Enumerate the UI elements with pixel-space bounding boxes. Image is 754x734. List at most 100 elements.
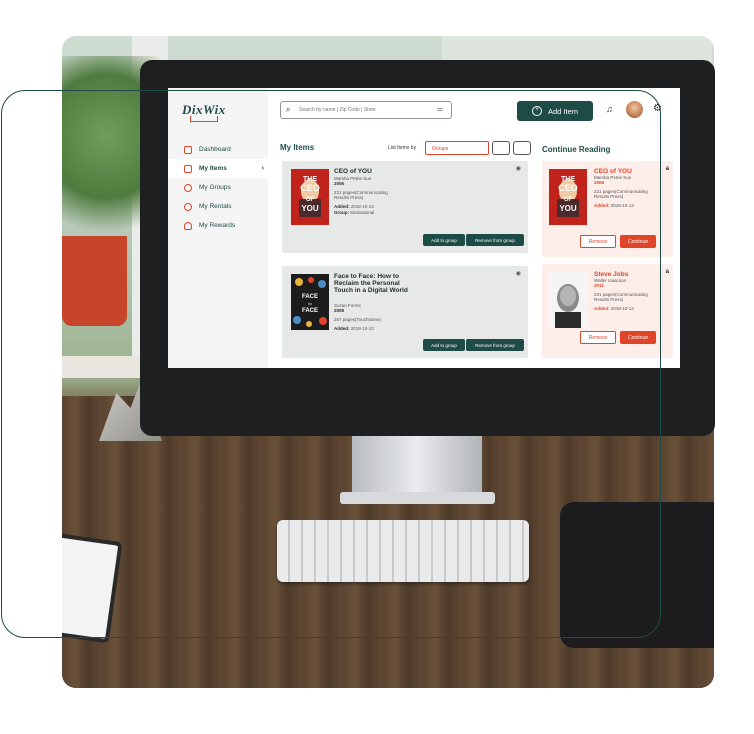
monitor-stand-base: [340, 492, 495, 504]
topbar: ⌕ ⚌ + Add Item ♫ ⚙: [268, 88, 680, 128]
book-cover-ceo-of-you: THE CEO OF YOU: [291, 169, 329, 225]
item-card: THE CEO OF YOU ◉ CEO of YOU Marsha Petri…: [282, 161, 528, 253]
rewards-icon: [184, 221, 192, 230]
cover-text: THE: [561, 176, 575, 183]
add-item-button[interactable]: + Add Item: [517, 101, 593, 121]
rentals-icon: [184, 202, 192, 211]
view-toggle-button[interactable]: [513, 141, 531, 155]
sidebar-item-dashboard[interactable]: Dashboard: [168, 140, 268, 159]
item-added: Added: 2018-10-13: [594, 203, 664, 208]
continue-label: Continue: [627, 334, 648, 341]
book-cover-ceo-of-you: THE CEO OF YOU: [549, 169, 587, 225]
added-label: Added:: [334, 326, 350, 331]
item-title: Face to Face: How to Reclaim the Persona…: [334, 273, 408, 294]
groups-select[interactable]: Groups: [425, 141, 489, 155]
cover-text: OF: [564, 197, 573, 203]
sidebar-item-label: My Rentals: [199, 203, 232, 210]
continue-button[interactable]: Continue: [620, 235, 656, 248]
remove-label: Remove: [588, 334, 608, 341]
item-added: Added: 2018-10-13: [334, 326, 406, 331]
gear-icon[interactable]: ⚙: [653, 103, 662, 114]
my-items-title: My Items: [280, 143, 315, 152]
remove-from-group-label: Remove from group: [475, 342, 515, 348]
group-label: Group:: [334, 210, 349, 215]
sidebar-item-label: Dashboard: [199, 146, 231, 153]
dashboard-icon: [184, 145, 192, 154]
view-toggle-button[interactable]: [492, 141, 510, 155]
cover-text: YOU: [301, 204, 319, 213]
continue-reading-card: THE CEO OF YOU a CEO of YOU Marsha Petri…: [542, 161, 673, 257]
add-to-group-button[interactable]: Add to group: [423, 234, 465, 246]
books-icon: [184, 164, 192, 173]
cover-text: OF: [306, 197, 315, 203]
added-label: Added:: [594, 306, 610, 311]
remove-from-group-label: Remove from group: [475, 237, 515, 243]
item-title: CEO of YOU: [334, 168, 372, 175]
mousepad: [560, 502, 714, 648]
remove-from-group-button[interactable]: Remove from group: [466, 339, 524, 351]
continue-label: Continue: [627, 238, 648, 245]
sidebar-item-my-groups[interactable]: My Groups: [168, 178, 268, 197]
cover-text: FACE: [302, 294, 318, 300]
book-cover-steve-jobs: [549, 272, 587, 328]
cover-text: THE: [303, 176, 317, 183]
remove-from-group-button[interactable]: Remove from group: [466, 234, 524, 246]
dixwix-app: DixWix Dashboard My Items › My Groups My…: [168, 88, 680, 368]
sidebar: DixWix Dashboard My Items › My Groups My…: [168, 88, 268, 368]
filter-icon[interactable]: ⚌: [437, 105, 443, 113]
eye-icon[interactable]: ◉: [516, 270, 521, 277]
group-value: Motivational: [350, 210, 375, 215]
logo-underline: [190, 116, 218, 122]
item-pages: 267 pages(Touchstone): [334, 317, 382, 322]
item-year: 2011: [594, 283, 604, 288]
monitor-screen: DixWix Dashboard My Items › My Groups My…: [168, 88, 680, 368]
cover-text: FACE: [302, 308, 318, 314]
remove-button[interactable]: Remove: [580, 235, 616, 248]
amazon-icon: a: [665, 166, 669, 172]
added-date: 2018-10-13: [610, 306, 634, 311]
added-date: 2018-10-13: [610, 203, 634, 208]
item-year: 2006: [334, 181, 345, 186]
avatar[interactable]: [626, 101, 643, 118]
eye-icon[interactable]: ◉: [516, 165, 521, 172]
sidebar-item-my-rentals[interactable]: My Rentals: [168, 197, 268, 216]
plus-circle-icon: +: [531, 106, 542, 116]
cover-text: CEO: [300, 183, 320, 193]
sidebar-item-label: My Items: [199, 165, 227, 172]
search-box[interactable]: ⌕ ⚌: [280, 101, 452, 119]
remove-button[interactable]: Remove: [580, 331, 616, 344]
add-item-label: Add Item: [547, 106, 578, 116]
add-to-group-button[interactable]: Add to group: [423, 339, 465, 351]
item-group: Group: Motivational: [334, 210, 406, 215]
item-title: Steve Jobs: [594, 271, 629, 278]
keyboard: [277, 520, 529, 582]
continue-reading-title: Continue Reading: [542, 145, 611, 154]
book-cover-face-to-face: FACE to FACE: [291, 274, 329, 330]
sidebar-item-my-items[interactable]: My Items ›: [168, 159, 268, 178]
sidebar-nav: Dashboard My Items › My Groups My Rental…: [168, 140, 268, 235]
add-to-group-label: Add to group: [431, 237, 457, 243]
plant-pot: [62, 236, 127, 326]
sidebar-item-my-rewards[interactable]: My Rewards: [168, 216, 268, 235]
list-by-label: List Items by: [388, 145, 417, 151]
item-pages: 231 pages(Communicating Results Press): [594, 189, 648, 200]
item-added: Added: 2018-10-13: [594, 306, 664, 311]
remove-label: Remove: [588, 238, 608, 245]
bell-icon[interactable]: ♫: [606, 104, 613, 114]
added-date: 2018-10-13: [350, 326, 374, 331]
monitor-stand: [352, 431, 482, 501]
cover-text: YOU: [559, 204, 577, 213]
item-pages: 231 pages(Communicating Results Press): [594, 292, 648, 303]
continue-reading-card: a Steve Jobs Walter Isaacson 2011 231 pa…: [542, 264, 673, 358]
sidebar-item-label: My Groups: [199, 184, 231, 191]
item-year: 2006: [594, 180, 605, 185]
sidebar-item-label: My Rewards: [199, 222, 236, 229]
continue-button[interactable]: Continue: [620, 331, 656, 344]
item-pages: 231 pages(Communicating Results Press): [334, 190, 388, 201]
item-added: Added: 2018-10-13: [334, 204, 406, 209]
item-card: FACE to FACE ◉ Face to Face: How to Recl…: [282, 266, 528, 358]
chevron-right-icon: ›: [261, 165, 264, 172]
added-label: Added:: [334, 204, 350, 209]
search-input[interactable]: [299, 104, 429, 116]
groups-icon: [184, 183, 192, 192]
